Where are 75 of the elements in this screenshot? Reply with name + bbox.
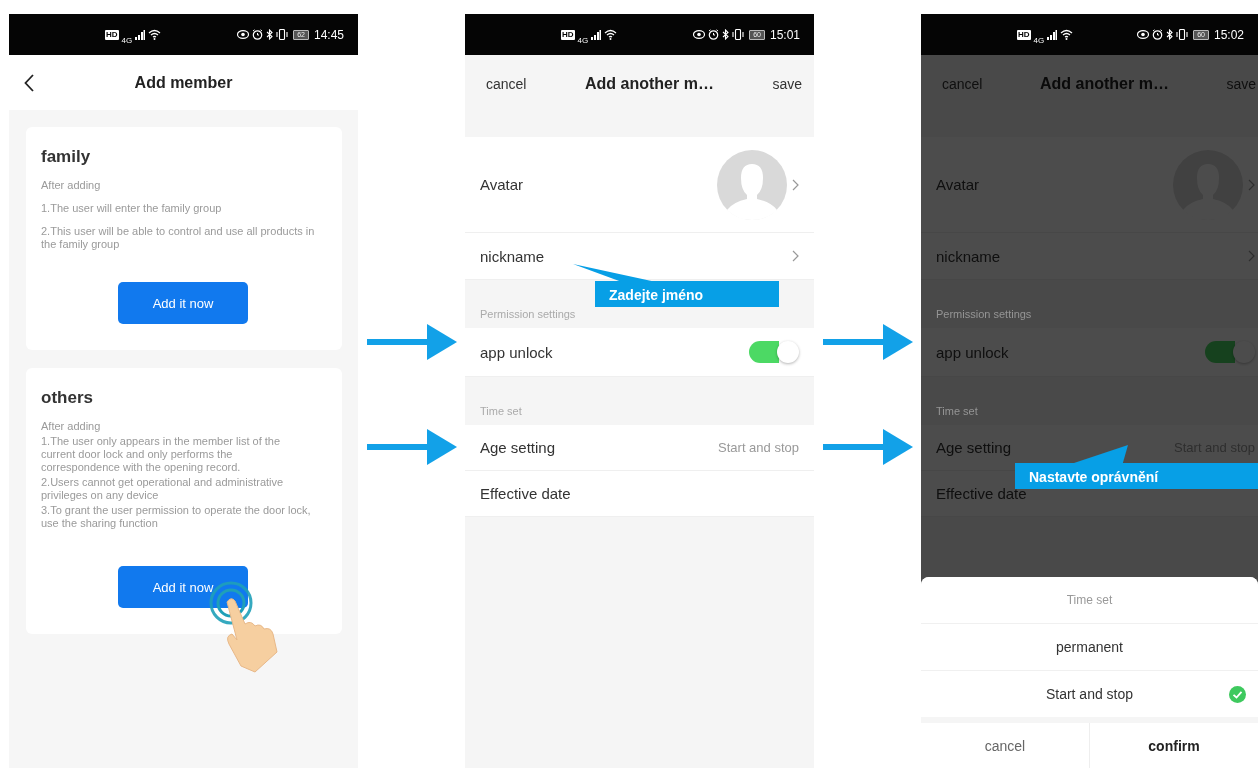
settings-row[interactable]: app unlock	[465, 328, 814, 377]
eye-icon	[237, 30, 250, 39]
signal-icon	[591, 29, 602, 40]
bluetooth-icon	[722, 29, 730, 40]
eye-icon	[1137, 30, 1150, 39]
description-text: 2.Users cannot get operational and administrative privileges on any device	[41, 476, 285, 502]
hd-badge: HD	[105, 29, 119, 40]
status-time: 15:01	[769, 27, 800, 42]
chevron-right-icon	[792, 250, 799, 262]
section-label: Permission settings	[480, 308, 576, 320]
row-label: Effective date	[936, 485, 1027, 502]
right-arrow-icon	[366, 324, 457, 360]
card-title: family	[41, 147, 92, 167]
chevron-right-icon	[792, 178, 799, 191]
avatar-silhouette-icon	[717, 149, 787, 220]
row-label: nickname	[936, 247, 1001, 265]
settings-row[interactable]: nickname	[465, 233, 814, 280]
description-text: 2.This user will be able to control and use all products in the family group	[41, 225, 316, 251]
sheet-option[interactable]: Start and stop	[921, 670, 1258, 717]
bluetooth-icon	[1166, 29, 1174, 40]
description-text: 3.To grant the user permission to operate the door lock, use the sharing function	[41, 504, 311, 530]
row-label: Age setting	[936, 439, 1012, 456]
right-arrow-icon	[366, 429, 457, 465]
hd-badge: HD	[561, 29, 575, 40]
page-title: Add another m…	[585, 75, 714, 93]
description-text: After adding	[41, 179, 102, 192]
vibrate-icon	[276, 29, 289, 40]
vibrate-icon	[1176, 29, 1189, 40]
network-type: 4G	[121, 36, 133, 45]
page-title: Add member	[134, 73, 233, 92]
card-title: others	[41, 388, 94, 408]
section-label: Time set	[480, 405, 522, 417]
description-text: After adding	[41, 420, 102, 433]
section-label: Permission settings	[936, 308, 1032, 320]
section-label: Time set	[936, 405, 978, 417]
alarm-icon	[708, 29, 720, 40]
back-icon[interactable]	[24, 74, 34, 92]
right-arrow-icon	[822, 429, 913, 465]
status-time: 15:02	[1213, 27, 1244, 42]
bluetooth-icon	[266, 29, 274, 40]
signal-icon	[135, 29, 146, 40]
alarm-icon	[1152, 29, 1164, 40]
hd-badge: HD	[1017, 29, 1031, 40]
settings-row[interactable]: Avatar	[465, 137, 814, 233]
eye-icon	[693, 30, 706, 39]
row-label: app unlock	[936, 343, 1009, 361]
sheet-title: Time set	[921, 577, 1258, 623]
vibrate-icon	[732, 29, 745, 40]
row-label: Age setting	[480, 439, 556, 456]
description-text: 1.The user will enter the family group	[41, 202, 223, 215]
page-title: Add another m…	[1040, 75, 1169, 93]
row-label: Effective date	[480, 485, 571, 502]
cancel-link[interactable]: cancel	[486, 76, 527, 92]
alarm-icon	[252, 29, 264, 40]
toggle-switch[interactable]	[749, 341, 799, 363]
settings-row[interactable]: Effective date	[465, 471, 814, 517]
save-link[interactable]: save	[772, 76, 802, 92]
row-value: Start and stop	[718, 440, 799, 455]
network-type: 4G	[577, 36, 589, 45]
wifi-icon	[604, 29, 618, 40]
row-label: nickname	[480, 247, 545, 265]
wifi-icon	[148, 29, 162, 40]
signal-icon	[1047, 29, 1058, 40]
sheet-option[interactable]: permanent	[921, 623, 1258, 670]
wifi-icon	[1060, 29, 1074, 40]
settings-row[interactable]: Age setting Start and stop	[465, 425, 814, 471]
row-label: app unlock	[480, 343, 553, 361]
add-button[interactable]: Add it now	[118, 282, 248, 324]
description-text: 1.The user only appears in the member list of the current door lock and only performs the correspondence with the opening record.	[41, 435, 282, 474]
network-type: 4G	[1033, 36, 1045, 45]
right-arrow-icon	[822, 324, 913, 360]
row-label: Avatar	[480, 176, 524, 193]
status-time: 14:45	[313, 27, 344, 42]
row-label: Avatar	[936, 176, 980, 193]
add-button[interactable]: Add it now	[118, 566, 248, 608]
